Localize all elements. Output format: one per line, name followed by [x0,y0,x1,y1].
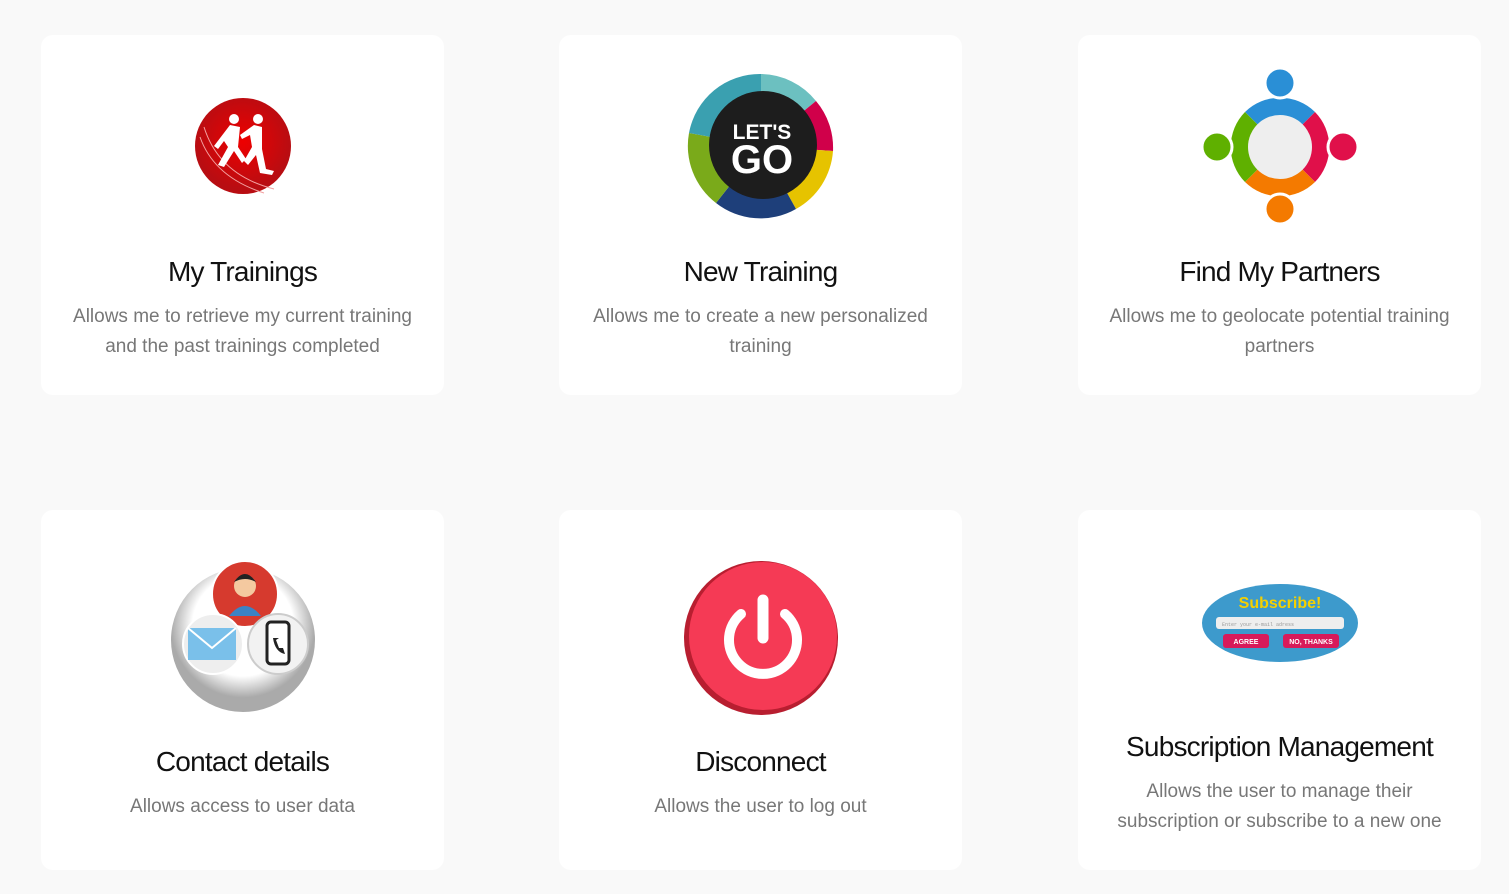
go-text: GO [730,138,792,182]
email-placeholder: Enter your e-mail adress [1222,622,1294,628]
card-description: Allows the user to manage their subscrip… [1117,781,1442,832]
subscribe-text: Subscribe! [1238,595,1321,612]
card-contact-details[interactable]: Contact details Allows access to user da… [41,510,444,870]
no-thanks-text: NO, THANKS [1289,639,1333,646]
card-description: Allows me to retrieve my current trainin… [73,306,412,357]
power-icon [683,561,838,715]
card-title: Find My Partners [1179,256,1380,287]
card-new-training[interactable]: LET'S GO New Training Allows me to creat… [559,35,962,395]
runners-icon [194,98,291,194]
card-disconnect[interactable]: Disconnect Allows the user to log out [559,510,962,870]
card-description: Allows me to create a new personalized t… [593,306,928,357]
partners-icon [1200,67,1359,226]
subscribe-icon: Subscribe! Enter your e-mail adress AGRE… [1201,584,1358,662]
card-title: New Training [683,256,839,287]
card-subscription-management[interactable]: Subscribe! Enter your e-mail adress AGRE… [1078,510,1481,870]
agree-text: AGREE [1233,639,1258,646]
card-title: Contact details [155,746,330,777]
card-description: Allows the user to log out [654,796,867,817]
card-my-trainings[interactable]: My Trainings Allows me to retrieve my cu… [41,35,444,395]
card-find-my-partners[interactable]: Find My Partners Allows me to geolocate … [1078,35,1481,395]
lets-go-icon: LET'S GO [687,73,833,219]
card-description: Allows access to user data [130,796,355,817]
card-title: Subscription Management [1126,731,1434,762]
card-title: My Trainings [167,256,318,287]
contact-icon [170,560,315,712]
card-title: Disconnect [695,746,826,777]
card-description: Allows me to geolocate potential trainin… [1109,306,1450,357]
